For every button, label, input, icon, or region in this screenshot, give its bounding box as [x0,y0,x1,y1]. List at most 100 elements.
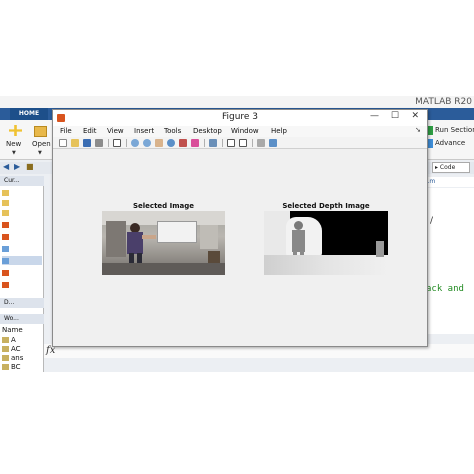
depth-person-body [292,230,305,252]
open-button[interactable]: Open [32,140,51,148]
zoom-out-icon[interactable] [143,139,151,147]
workspace-variable: A [11,336,16,344]
new-button[interactable]: New [6,140,21,148]
mfile-icon [2,233,9,240]
depth-background-far [316,211,388,233]
folder-tree-item[interactable] [2,188,42,197]
legend-icon[interactable] [239,139,247,147]
figure-toolbar [53,137,427,149]
selected-depth-image-axes[interactable] [264,211,388,275]
print-icon[interactable] [95,139,103,147]
file-tree-item-selected[interactable] [2,256,42,265]
menu-help[interactable]: Help [271,127,287,135]
menu-edit[interactable]: Edit [83,127,97,135]
folder-icon [2,199,9,206]
matlab-title: MATLAB R20 [415,97,472,107]
current-folder-header: Cur... [0,176,44,186]
up-folder-icon[interactable]: ■ [26,162,34,171]
minimize-icon[interactable]: — [370,111,379,121]
tab-home[interactable]: HOME [10,108,48,120]
wall-panel [200,225,218,249]
menu-tools[interactable]: Tools [164,127,181,135]
file-icon [2,245,9,252]
edit-plot-icon[interactable] [113,139,121,147]
mfile-icon [2,281,9,288]
toolbar-separator [126,139,127,147]
depth-person-head [294,221,303,230]
depth-floor [264,255,388,275]
zoom-in-icon[interactable] [131,139,139,147]
editor-caret-icon: / [430,216,434,226]
maximize-icon[interactable]: ☐ [391,111,399,121]
code-dropdown-label: Code [439,164,456,171]
new-icon[interactable] [9,125,22,136]
code-dropdown[interactable]: ▸ Code [432,162,470,173]
editor-area[interactable]: / ack and [420,188,474,334]
menu-insert[interactable]: Insert [134,127,154,135]
file-tree-item[interactable] [2,220,42,229]
workspace-row[interactable]: BC [2,363,21,371]
person-torso [127,232,143,254]
figure-menubar: File Edit View Insert Tools Desktop Wind… [53,126,427,137]
file-tree-item[interactable] [2,244,42,253]
dock-arrow-icon[interactable]: ➘ [415,126,421,134]
variable-icon [2,346,9,352]
mfile-icon [2,269,9,276]
variable-icon [2,337,9,343]
file-tree-item[interactable] [2,280,42,289]
hide-plot-tools-icon[interactable] [257,139,265,147]
workspace-name-column[interactable]: Name [2,326,23,334]
link-plot-icon[interactable] [209,139,217,147]
variable-icon [2,364,9,370]
details-header[interactable]: D... [0,298,44,308]
menu-desktop[interactable]: Desktop [193,127,222,135]
advance-button[interactable]: Advance [435,139,465,147]
open-folder-icon[interactable] [34,126,47,137]
save-icon[interactable] [83,139,91,147]
brush-icon[interactable] [191,139,199,147]
toolbar-separator [252,139,253,147]
workspace-variable: BC [11,363,21,371]
close-icon[interactable]: ✕ [411,111,419,121]
folder-icon [2,209,9,216]
workspace-row[interactable]: ans [2,354,23,362]
editor-code-text: ack and [426,284,464,294]
matlab-titlebar: MATLAB R20 [0,96,474,108]
folder-tree-item[interactable] [2,198,42,207]
variable-icon [2,355,9,361]
figure-titlebar[interactable]: Figure 3 — ☐ ✕ [53,110,427,126]
menu-view[interactable]: View [107,127,124,135]
folder-tree-item[interactable] [2,208,42,217]
workspace-row[interactable]: A [2,336,16,344]
file-tree-item[interactable] [2,232,42,241]
new-dropdown-caret[interactable]: ▼ [12,150,16,156]
menu-file[interactable]: File [60,127,72,135]
menu-window[interactable]: Window [231,127,259,135]
show-plot-tools-icon[interactable] [269,139,277,147]
rotate-3d-icon[interactable] [167,139,175,147]
colorbar-icon[interactable] [227,139,235,147]
axes-title-selected-depth-image: Selected Depth Image [282,202,370,210]
mfile-icon [2,221,9,228]
figure-canvas: Selected Image Selected Depth Image [53,150,427,346]
workspace-header: Wo... [0,314,44,324]
run-section-button[interactable]: Run Section [435,126,474,134]
pan-icon[interactable] [155,139,163,147]
file-tree-item[interactable] [2,268,42,277]
forward-arrow-icon[interactable]: ▶ [14,162,20,171]
workspace-variable: ans [11,354,24,362]
person-arm [142,235,156,239]
workspace-row[interactable]: AC [2,345,21,353]
open-file-icon[interactable] [71,139,79,147]
toolbar-separator [204,139,205,147]
axes-title-selected-image: Selected Image [132,202,194,210]
selected-image-axes[interactable] [102,211,225,275]
whiteboard [157,221,197,243]
data-cursor-icon[interactable] [179,139,187,147]
toolbar-separator [108,139,109,147]
workspace-variable: AC [11,345,21,353]
back-arrow-icon[interactable]: ◀ [3,162,9,171]
new-figure-icon[interactable] [59,139,67,147]
left-wall [106,221,126,257]
open-dropdown-caret[interactable]: ▼ [38,150,42,156]
